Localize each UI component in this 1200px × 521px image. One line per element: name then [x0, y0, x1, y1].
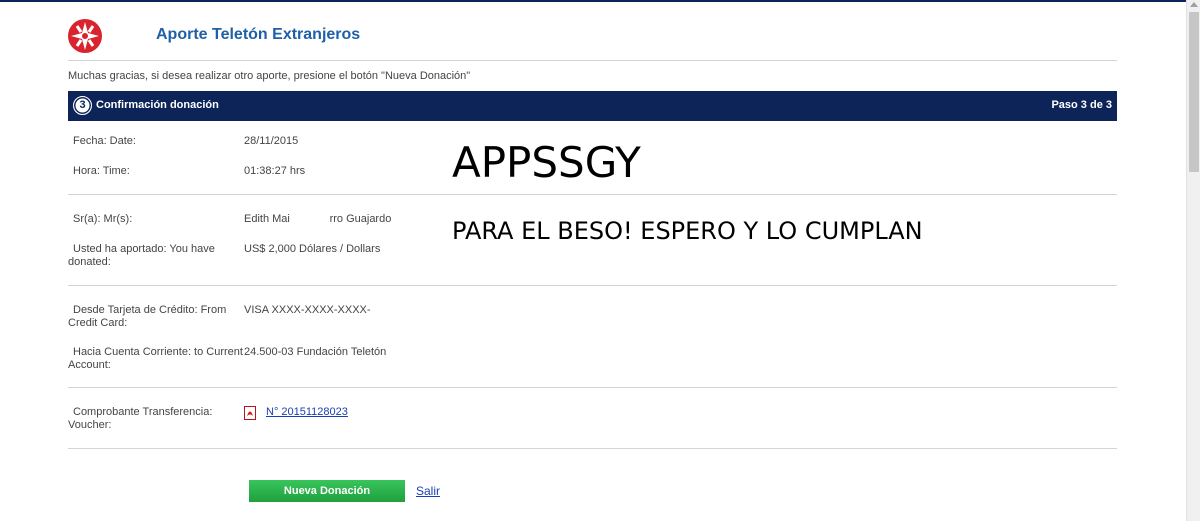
thank-you-message: Muchas gracias, si desea realizar otro a…: [68, 70, 471, 82]
voucher-link[interactable]: N° 20151128023: [266, 406, 348, 418]
account-label: Hacia Cuenta Corriente: to Current Accou…: [68, 346, 243, 372]
scroll-up-arrow-icon[interactable]: [1190, 2, 1198, 7]
donated-label: Usted ha aportado: You have donated:: [68, 243, 243, 269]
step-bar: 3 Confirmación donación Paso 3 de 3: [68, 91, 1117, 121]
section-divider: [68, 448, 1117, 449]
donated-value: US$ 2,000 Dólares / Dollars: [244, 243, 381, 255]
date-label: Fecha: Date:: [73, 135, 136, 147]
name-label: Sr(a): Mr(s):: [73, 213, 133, 225]
section-divider: [68, 285, 1117, 286]
step-count: Paso 3 de 3: [1051, 99, 1112, 111]
voucher-label-line2: Voucher:: [68, 419, 112, 431]
step-number-badge: 3: [73, 96, 92, 115]
teleton-cross-logo-icon: [68, 19, 102, 53]
overlay-text-message: PARA EL BESO! ESPERO Y LO CUMPLAN: [452, 217, 923, 245]
page: Aporte Teletón Extranjeros Muchas gracia…: [0, 0, 1186, 521]
page-title: Aporte Teletón Extranjeros: [156, 26, 361, 43]
name-value: Edith Mai rro Guajardo: [244, 213, 392, 225]
section-divider: [68, 194, 1117, 195]
overlay-text-title: APPSSGY: [452, 138, 641, 187]
card-label-line2: Credit Card:: [68, 317, 128, 329]
card-value: VISA XXXX-XXXX-XXXX-: [244, 304, 371, 316]
date-value: 28/11/2015: [244, 135, 299, 147]
scrollbar-thumb[interactable]: [1189, 12, 1199, 172]
card-label-line1: Desde Tarjeta de Crédito: From: [73, 304, 227, 316]
pdf-icon[interactable]: [244, 406, 256, 420]
voucher-label-line1: Comprobante Transferencia:: [73, 406, 213, 418]
vertical-scrollbar[interactable]: [1186, 0, 1200, 521]
account-label-line1: Hacia Cuenta Corriente: to Current: [73, 346, 243, 358]
card-label: Desde Tarjeta de Crédito: From Credit Ca…: [68, 304, 243, 330]
exit-link[interactable]: Salir: [416, 484, 440, 498]
account-label-line2: Account:: [68, 359, 111, 371]
donated-label-line2: donated:: [68, 256, 111, 268]
section-divider: [68, 387, 1117, 388]
new-donation-button[interactable]: Nueva Donación: [249, 480, 405, 502]
voucher-label: Comprobante Transferencia: Voucher:: [68, 406, 243, 432]
donated-label-line1: Usted ha aportado: You have: [73, 243, 215, 255]
header-divider: [68, 60, 1117, 61]
time-value: 01:38:27 hrs: [244, 165, 306, 177]
time-label: Hora: Time:: [73, 165, 130, 177]
step-title: Confirmación donación: [96, 99, 219, 111]
account-value: 24.500-03 Fundación Teletón: [244, 346, 387, 358]
